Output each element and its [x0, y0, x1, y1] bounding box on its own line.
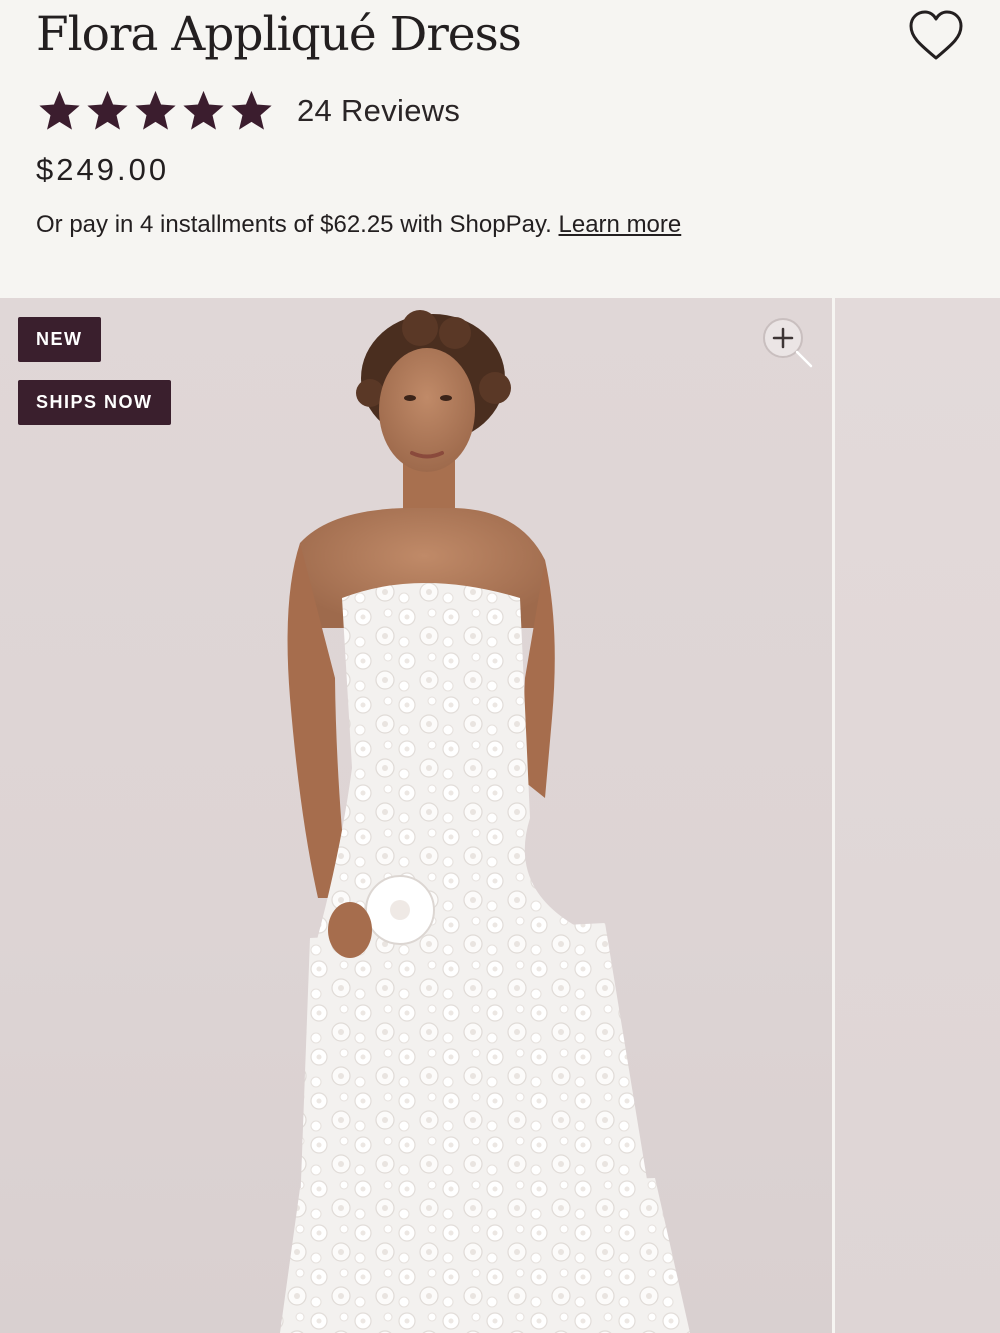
star-icon [231, 90, 272, 130]
favorite-button[interactable] [906, 8, 966, 64]
product-header: Flora Appliqué Dress 24 Reviews $249.00 … [0, 0, 1000, 298]
product-title: Flora Appliqué Dress [36, 7, 522, 62]
learn-more-link[interactable]: Learn more [559, 211, 682, 238]
product-price: $249.00 [36, 152, 170, 187]
star-icon [39, 90, 80, 130]
ships-now-badge: SHIPS NOW [18, 380, 171, 425]
star-rating[interactable] [36, 88, 275, 134]
installments-label: Or pay in 4 installments of $62.25 with … [36, 211, 552, 238]
product-gallery[interactable]: NEW SHIPS NOW [0, 298, 1000, 1333]
product-image[interactable]: NEW SHIPS NOW [0, 298, 832, 1333]
star-icon [135, 90, 176, 130]
zoom-in-icon [763, 318, 813, 368]
zoom-button[interactable] [758, 316, 816, 370]
star-icon [87, 90, 128, 130]
dress-model-illustration [280, 310, 690, 1333]
rating-row: 24 Reviews [36, 86, 460, 136]
next-product-image-preview[interactable] [835, 298, 1000, 1333]
star-icon [183, 90, 224, 130]
reviews-link[interactable]: 24 Reviews [297, 93, 460, 129]
installments-text: Or pay in 4 installments of $62.25 with … [36, 211, 681, 239]
new-badge: NEW [18, 317, 101, 362]
heart-outline-icon [909, 10, 963, 60]
